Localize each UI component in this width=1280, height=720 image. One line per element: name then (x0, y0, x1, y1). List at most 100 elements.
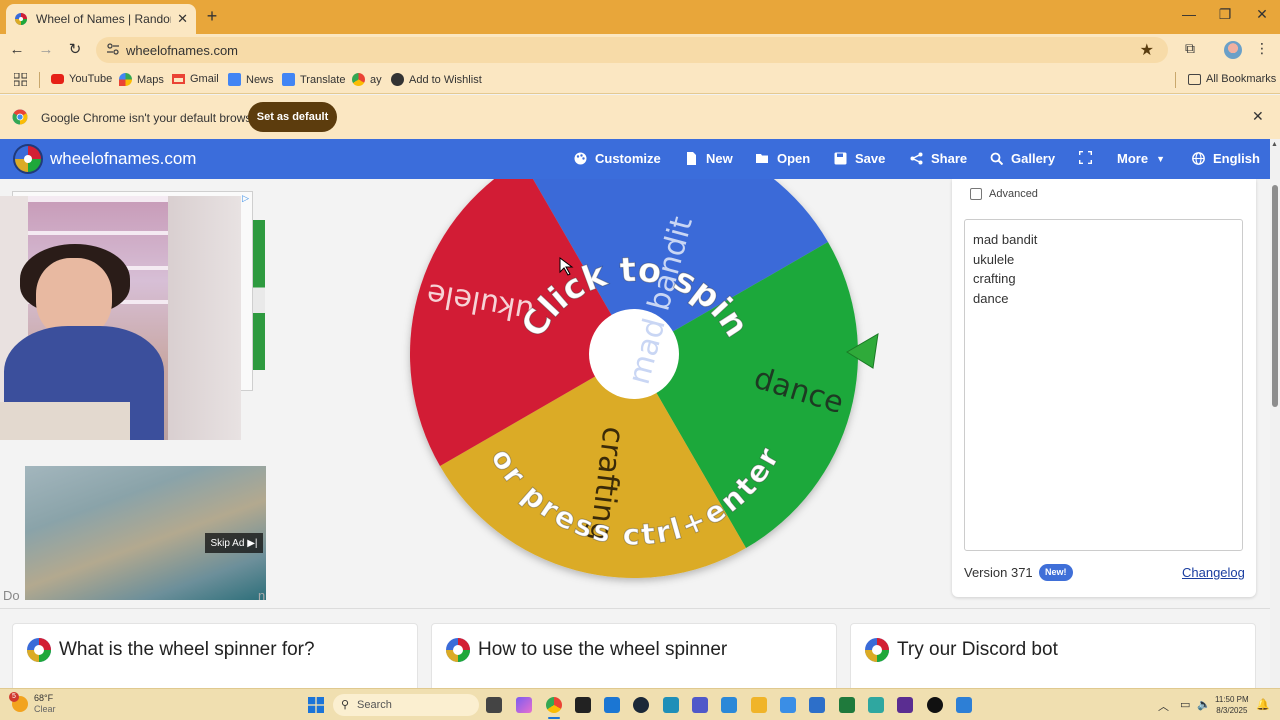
advanced-toggle[interactable]: Advanced (970, 188, 1038, 200)
bookmark-maps[interactable]: Maps (119, 73, 164, 86)
tab-close-icon[interactable]: ✕ (177, 11, 188, 27)
excel-icon[interactable] (839, 697, 855, 713)
folder-icon (1188, 73, 1201, 85)
menu-fullscreen[interactable] (1079, 151, 1100, 164)
bookmark-wishlist[interactable]: Add to Wishlist (391, 73, 482, 86)
store-icon[interactable] (809, 697, 825, 713)
changelog-link[interactable]: Changelog (1182, 565, 1245, 580)
info-card-how-to[interactable]: How to use the wheel spinner (431, 623, 837, 688)
chrome-icon (352, 73, 365, 86)
taskbar-clock[interactable]: 11:50 PM 8/3/2025 (1215, 694, 1249, 716)
maximize-button[interactable]: ❐ (1211, 6, 1239, 23)
dropbox-icon[interactable] (721, 697, 737, 713)
set-as-default-button[interactable]: Set as default (248, 102, 337, 132)
teams-icon[interactable] (692, 697, 708, 713)
notification-icon[interactable]: 🔔 (1256, 698, 1270, 711)
info-card-discord[interactable]: Try our Discord bot (850, 623, 1256, 688)
task-view-icon[interactable] (486, 697, 502, 713)
apps-grid-icon[interactable] (14, 73, 27, 86)
weather-condition: Clear (34, 704, 56, 714)
entries-textarea[interactable]: mad bandit ukulele crafting dance (964, 219, 1243, 551)
address-bar[interactable]: wheelofnames.com ★ (96, 37, 1168, 63)
palette-icon (574, 152, 587, 165)
app-icon-3[interactable] (956, 697, 972, 713)
ad-choices-icon[interactable]: ▷ (242, 193, 249, 204)
tray-chevron-icon[interactable]: ︿ (1158, 698, 1169, 714)
fullscreen-icon (1079, 151, 1092, 164)
bookmark-star-icon[interactable]: ★ (1140, 40, 1154, 60)
menu-gallery[interactable]: Gallery (990, 151, 1055, 166)
menu-save[interactable]: Save (834, 151, 885, 166)
epic-games-icon[interactable] (575, 697, 591, 713)
tab-strip: Wheel of Names | Random name picker ✕ + … (0, 0, 1280, 34)
bookmark-ay[interactable]: ay (352, 73, 382, 86)
menu-language[interactable]: English (1192, 151, 1260, 166)
search-icon (990, 152, 1003, 165)
info-card-title: Try our Discord bot (897, 639, 1058, 660)
ad-partial-text-right: n (258, 588, 266, 603)
active-app-indicator (548, 717, 560, 719)
kebab-menu-icon[interactable]: ⋮ (1252, 40, 1272, 60)
profile-avatar[interactable] (1224, 41, 1242, 59)
reload-button[interactable]: ↻ (65, 40, 85, 60)
main-content: ▷ Skip Ad ▶| Do n mad bandit dance craft… (0, 179, 1270, 688)
share-icon (910, 152, 923, 165)
forward-button[interactable]: → (36, 40, 56, 60)
bookmark-gmail[interactable]: Gmail (172, 73, 219, 85)
infobar-close-icon[interactable]: ✕ (1252, 108, 1264, 125)
mail-icon[interactable] (780, 697, 796, 713)
spin-wheel[interactable]: mad bandit dance crafting ukulele Click … (380, 179, 890, 593)
weather-widget[interactable]: 5 68°F Clear (9, 692, 56, 715)
taskbar-search[interactable]: ⚲ Search (333, 694, 479, 716)
new-tab-button[interactable]: + (203, 6, 221, 26)
visual-studio-icon[interactable] (897, 697, 913, 713)
windows-start-icon[interactable] (308, 697, 324, 713)
infobar-message: Google Chrome isn't your default browser (41, 111, 263, 125)
entry-line: crafting (973, 271, 1016, 286)
volume-icon[interactable]: 🔈 (1197, 698, 1211, 711)
youtube-icon (51, 74, 64, 84)
weather-temp: 68°F (34, 693, 54, 703)
bookmark-news[interactable]: News (228, 73, 274, 86)
bookmark-translate[interactable]: Translate (282, 73, 345, 86)
weather-sun-icon: 5 (9, 692, 28, 712)
back-button[interactable]: ← (7, 40, 27, 60)
menu-new[interactable]: New (685, 151, 733, 166)
obs-icon[interactable] (927, 697, 943, 713)
scroll-up-icon[interactable]: ▲ (1271, 141, 1278, 148)
app-icon[interactable] (663, 697, 679, 713)
chrome-taskbar-icon[interactable] (546, 697, 562, 713)
info-card-title: What is the wheel spinner for? (59, 639, 315, 660)
menu-more[interactable]: More ▼ (1117, 151, 1165, 166)
wheel-logo-icon (446, 638, 470, 662)
windows-taskbar: 5 68°F Clear ⚲ Search ︿ ▭ 🔈 11:50 PM 8/3… (0, 688, 1280, 720)
bookmark-youtube[interactable]: YouTube (51, 73, 112, 85)
google-lens-icon[interactable]: ⧉ (1180, 40, 1200, 60)
app-icon-2[interactable] (868, 697, 884, 713)
menu-share[interactable]: Share (910, 151, 967, 166)
menu-open[interactable]: Open (756, 151, 810, 166)
file-explorer-icon[interactable] (751, 697, 767, 713)
site-logo-icon[interactable] (12, 143, 44, 175)
all-bookmarks-button[interactable]: All Bookmarks (1188, 73, 1276, 85)
window-close-button[interactable]: ✕ (1248, 6, 1276, 23)
site-brand[interactable]: wheelofnames.com (50, 149, 196, 169)
azure-icon[interactable] (604, 697, 620, 713)
copilot-icon[interactable] (516, 697, 532, 713)
skip-ad-button[interactable]: Skip Ad ▶| (205, 533, 263, 553)
translate-icon (282, 73, 295, 86)
ad-side-strip (253, 220, 265, 370)
scrollbar-thumb[interactable] (1272, 185, 1278, 407)
advanced-checkbox[interactable] (970, 188, 982, 200)
browser-tab[interactable]: Wheel of Names | Random name picker ✕ (6, 4, 196, 34)
steam-icon[interactable] (633, 697, 649, 713)
gmail-icon (172, 74, 185, 84)
bookmarks-bar: YouTube Maps Gmail News Translate ay Add… (0, 66, 1280, 94)
info-card-what-is[interactable]: What is the wheel spinner for? (12, 623, 418, 688)
minimize-button[interactable]: — (1175, 6, 1203, 22)
folder-open-icon (756, 154, 768, 163)
page-scrollbar[interactable]: ▲ (1270, 139, 1280, 688)
site-settings-icon[interactable] (106, 42, 120, 56)
menu-customize[interactable]: Customize (574, 151, 661, 166)
network-icon[interactable]: ▭ (1180, 698, 1190, 711)
